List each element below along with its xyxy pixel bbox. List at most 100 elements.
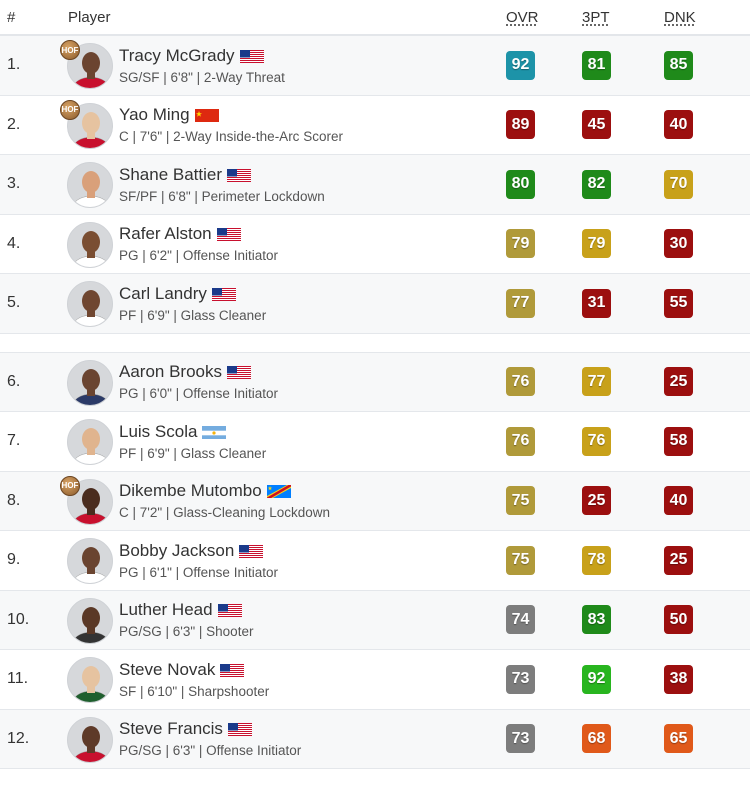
3pt-badge: 77: [582, 367, 611, 397]
3pt-cell: 68: [582, 724, 664, 754]
3pt-badge: 25: [582, 486, 611, 516]
player-avatar[interactable]: [60, 654, 113, 704]
ovr-cell: 77: [500, 288, 582, 318]
3pt-cell: 82: [582, 169, 664, 199]
dnk-cell: 85: [664, 50, 746, 80]
player-avatar[interactable]: [60, 357, 113, 407]
ovr-cell: 75: [500, 486, 582, 516]
player-avatar[interactable]: [60, 416, 113, 466]
usa-flag-icon: [220, 663, 245, 677]
3pt-badge: 83: [582, 605, 611, 635]
dnk-badge: 85: [664, 50, 693, 80]
table-row[interactable]: 10. Luther Head PG/SG | 6'3" | Shooter 7…: [0, 590, 750, 650]
player-name[interactable]: Aaron Brooks: [119, 362, 222, 382]
dnk-cell: 38: [664, 664, 746, 694]
player-info: Shane Battier SF/PF | 6'8" | Perimeter L…: [112, 165, 500, 204]
3pt-cell: 83: [582, 605, 664, 635]
player-name-line: Bobby Jackson: [119, 541, 500, 561]
player-name-line: Steve Novak: [119, 660, 500, 680]
ovr-cell: 89: [500, 110, 582, 140]
ovr-badge: 75: [506, 545, 535, 575]
ovr-cell: 74: [500, 605, 582, 635]
player-info: Tracy McGrady SG/SF | 6'8" | 2-Way Threa…: [112, 46, 500, 85]
player-name[interactable]: Luis Scola: [119, 422, 197, 442]
player-info: Yao Ming C | 7'6" | 2-Way Inside-the-Arc…: [112, 105, 500, 144]
player-avatar[interactable]: [60, 595, 113, 645]
table-row[interactable]: 1. HOF Tracy McGrady SG/SF | 6'8" | 2-Wa…: [0, 36, 750, 96]
player-name[interactable]: Tracy McGrady: [119, 46, 235, 66]
player-description: PG/SG | 6'3" | Shooter: [119, 624, 254, 640]
player-info: Aaron Brooks PG | 6'0" | Offense Initiat…: [112, 362, 500, 401]
ovr-badge: 74: [506, 605, 535, 635]
dnk-cell: 40: [664, 486, 746, 516]
3pt-badge: 76: [582, 426, 611, 456]
argentina-flag-icon: [202, 425, 227, 439]
dnk-cell: 70: [664, 169, 746, 199]
ovr-badge: 76: [506, 426, 535, 456]
3pt-badge: 82: [582, 169, 611, 199]
header-dnk[interactable]: DNK: [664, 9, 746, 26]
avatar: [67, 716, 113, 763]
player-name[interactable]: Steve Francis: [119, 719, 223, 739]
player-rank: 1.: [7, 56, 21, 74]
header-player[interactable]: Player: [60, 9, 500, 26]
table-row[interactable]: 5. Carl Landry PF | 6'9" | Glass Cleaner…: [0, 274, 750, 334]
player-name[interactable]: Bobby Jackson: [119, 541, 234, 561]
player-description: PG | 6'1" | Offense Initiator: [119, 564, 278, 580]
player-name-line: Luther Head: [119, 600, 500, 620]
3pt-cell: 77: [582, 367, 664, 397]
3pt-badge: 45: [582, 110, 611, 140]
dnk-badge: 40: [664, 110, 693, 140]
player-avatar[interactable]: [60, 714, 113, 764]
player-avatar[interactable]: [60, 219, 113, 269]
player-name[interactable]: Rafer Alston: [119, 224, 212, 244]
table-row[interactable]: 4. Rafer Alston PG | 6'2" | Offense Init…: [0, 214, 750, 274]
player-rank: 10.: [7, 610, 30, 628]
ovr-cell: 73: [500, 724, 582, 754]
player-name-line: Tracy McGrady: [119, 46, 500, 66]
header-rank: #: [7, 8, 16, 26]
player-avatar[interactable]: HOF: [60, 40, 113, 90]
3pt-badge: 81: [582, 50, 611, 80]
player-name[interactable]: Carl Landry: [119, 284, 207, 304]
player-name[interactable]: Steve Novak: [119, 660, 215, 680]
player-avatar[interactable]: [60, 159, 113, 209]
player-avatar[interactable]: HOF: [60, 99, 113, 150]
avatar: [67, 359, 113, 406]
table-row[interactable]: 12. Steve Francis PG/SG | 6'3" | Offense…: [0, 709, 750, 769]
3pt-badge: 92: [582, 664, 611, 694]
dnk-badge: 40: [664, 486, 693, 516]
hall-of-fame-icon: HOF: [60, 475, 80, 496]
table-row[interactable]: 6. Aaron Brooks PG | 6'0" | Offense Init…: [0, 352, 750, 412]
ovr-cell: 92: [500, 50, 582, 80]
player-description: C | 7'2" | Glass-Cleaning Lockdown: [119, 505, 330, 521]
dnk-badge: 38: [664, 664, 693, 694]
player-rank: 2.: [7, 115, 21, 133]
header-ovr[interactable]: OVR: [500, 9, 582, 26]
table-row[interactable]: 9. Bobby Jackson PG | 6'1" | Offense Ini…: [0, 531, 750, 591]
player-avatar[interactable]: [60, 535, 113, 585]
hall-of-fame-icon: HOF: [60, 99, 80, 120]
table-row[interactable]: 8. HOF Dikembe Mutombo C | 7'2" | Glass-…: [0, 471, 750, 531]
ovr-cell: 76: [500, 426, 582, 456]
player-name[interactable]: Dikembe Mutombo: [119, 481, 262, 501]
player-name[interactable]: Yao Ming: [119, 105, 190, 125]
player-avatar[interactable]: [60, 278, 113, 328]
table-row[interactable]: 11. Steve Novak SF | 6'10" | Sharpshoote…: [0, 650, 750, 710]
player-info: Dikembe Mutombo C | 7'2" | Glass-Cleanin…: [112, 481, 500, 520]
table-row[interactable]: 2. HOF Yao Ming C | 7'6" | 2-Way Inside-…: [0, 95, 750, 155]
3pt-cell: 79: [582, 229, 664, 259]
player-name-line: Shane Battier: [119, 165, 500, 185]
avatar: [67, 419, 113, 466]
table-row[interactable]: 3. Shane Battier SF/PF | 6'8" | Perimete…: [0, 155, 750, 215]
player-info: Luther Head PG/SG | 6'3" | Shooter: [112, 600, 500, 639]
player-description: C | 7'6" | 2-Way Inside-the-Arc Scorer: [119, 129, 343, 145]
header-3pt[interactable]: 3PT: [582, 9, 664, 26]
player-name[interactable]: Luther Head: [119, 600, 213, 620]
player-name[interactable]: Shane Battier: [119, 165, 222, 185]
table-row[interactable]: 7. Luis Scola PF | 6'9" | Glass Cleaner …: [0, 412, 750, 472]
dnk-badge: 55: [664, 288, 693, 318]
usa-flag-icon: [239, 544, 264, 558]
player-avatar[interactable]: HOF: [60, 475, 113, 526]
player-name-line: Luis Scola: [119, 422, 500, 442]
